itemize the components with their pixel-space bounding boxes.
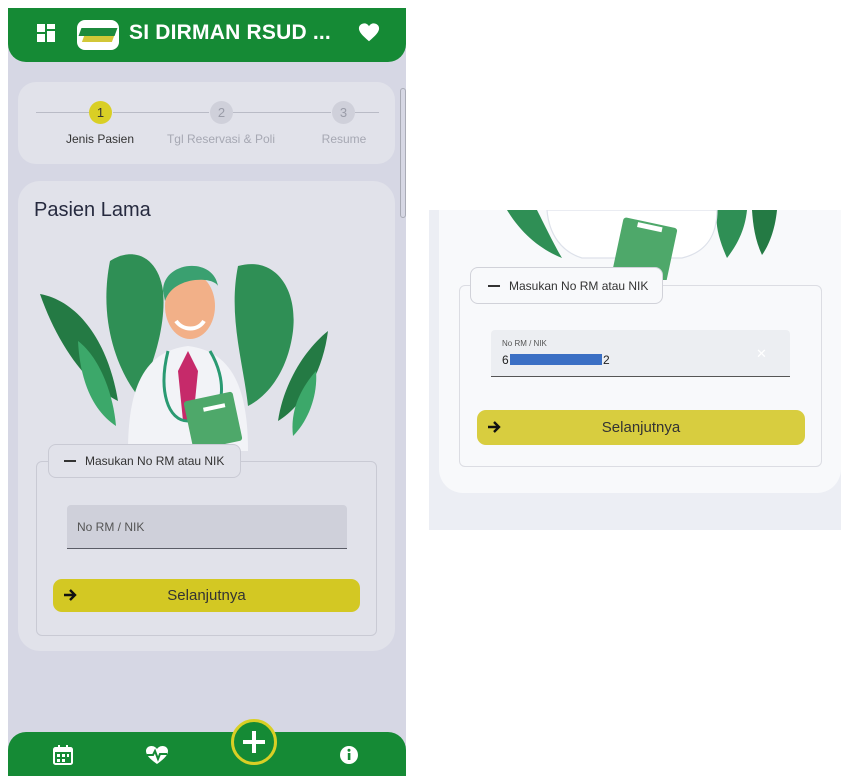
- app-title: SI DIRMAN RSUD ...: [129, 21, 331, 44]
- next-button-label: Selanjutnya: [167, 587, 246, 604]
- screenshot-root: SI DIRMAN RSUD ... 1 2 3 Jenis Pasien Tg…: [0, 0, 841, 776]
- next-button-label: Selanjutnya: [601, 419, 681, 436]
- clear-input-icon[interactable]: ✕: [756, 347, 767, 362]
- step-connector: [36, 112, 89, 113]
- next-button[interactable]: Selanjutnya: [477, 410, 805, 445]
- form-legend-label: Masukan No RM atau NIK: [85, 454, 225, 468]
- zoomed-form-panel: Masukan No RM atau NIK No RM / NIK 6 2 ✕…: [429, 210, 841, 530]
- rm-nik-input-filled[interactable]: No RM / NIK 6 2 ✕: [491, 330, 790, 377]
- patient-id-form: Masukan No RM atau NIK No RM / NIK Selan…: [36, 444, 377, 636]
- step-2-label: Tgl Reservasi & Poli: [166, 132, 276, 146]
- step-1-circle[interactable]: 1: [89, 101, 112, 124]
- info-icon[interactable]: [339, 745, 359, 765]
- input-floating-label: No RM / NIK: [502, 339, 547, 348]
- input-value-start: 6: [502, 353, 509, 367]
- rm-nik-input[interactable]: No RM / NIK: [67, 505, 347, 549]
- heartbeat-icon[interactable]: [145, 745, 169, 765]
- step-connector: [113, 112, 209, 113]
- step-3-circle[interactable]: 3: [332, 101, 355, 124]
- form-legend-label: Masukan No RM atau NIK: [509, 278, 649, 293]
- heart-icon[interactable]: [358, 22, 380, 44]
- scrollbar[interactable]: [400, 88, 406, 218]
- input-placeholder: No RM / NIK: [77, 519, 145, 534]
- dashboard-grid-icon[interactable]: [37, 24, 55, 42]
- phone-screen: SI DIRMAN RSUD ... 1 2 3 Jenis Pasien Tg…: [8, 8, 406, 776]
- bottom-nav: [8, 732, 406, 776]
- step-3-label: Resume: [321, 132, 367, 146]
- redaction-bar: [510, 354, 602, 365]
- calendar-icon[interactable]: [53, 745, 73, 765]
- next-button[interactable]: Selanjutnya: [53, 579, 360, 612]
- zoomed-patient-id-form: Masukan No RM atau NIK No RM / NIK 6 2 ✕…: [459, 267, 822, 467]
- collapse-toggle[interactable]: Masukan No RM atau NIK: [470, 267, 664, 304]
- minus-icon: [488, 284, 500, 287]
- page-title: Pasien Lama: [34, 199, 151, 221]
- collapse-toggle[interactable]: Masukan No RM atau NIK: [48, 444, 242, 478]
- step-2-circle[interactable]: 2: [210, 101, 233, 124]
- patient-card: Pasien Lama Masukan No RM atau NIK No RM…: [18, 181, 395, 651]
- add-reservation-button[interactable]: [231, 719, 277, 765]
- doctor-illustration: [40, 254, 328, 451]
- step-1-label: Jenis Pasien: [65, 132, 135, 146]
- step-connector: [355, 112, 379, 113]
- arrow-right-icon: [488, 421, 501, 433]
- zoomed-card: Masukan No RM atau NIK No RM / NIK 6 2 ✕…: [439, 210, 841, 493]
- minus-icon: [64, 460, 76, 462]
- arrow-right-icon: [64, 589, 77, 601]
- stepper: 1 2 3 Jenis Pasien Tgl Reservasi & Poli …: [18, 82, 395, 164]
- top-app-bar: SI DIRMAN RSUD ...: [8, 8, 406, 62]
- input-value-end: 2: [603, 353, 610, 367]
- step-connector: [233, 112, 331, 113]
- hospital-logo: [77, 20, 119, 50]
